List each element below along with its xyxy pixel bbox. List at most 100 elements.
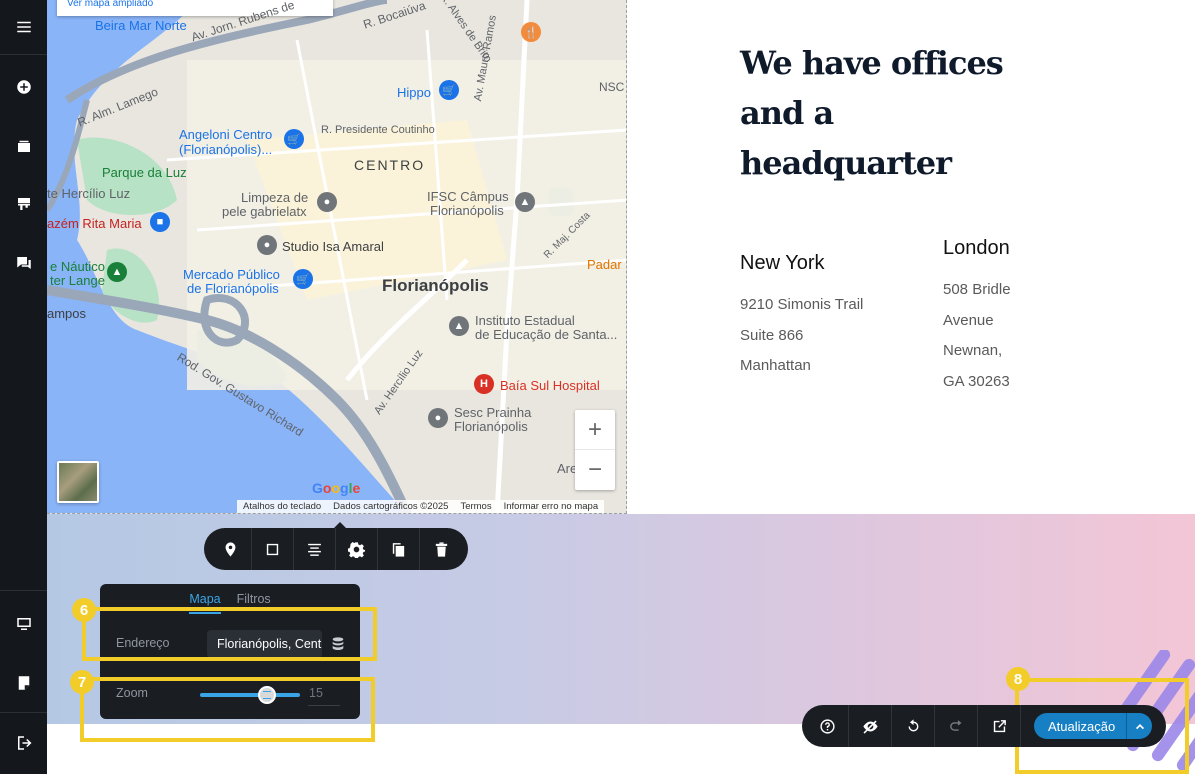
shopping-icon[interactable]: 🛒 bbox=[284, 129, 304, 149]
map-label: (Florianópolis)... bbox=[179, 142, 273, 157]
headline-line: We have offices bbox=[740, 44, 1004, 82]
left-toolbar bbox=[0, 0, 47, 774]
pin-icon[interactable] bbox=[210, 528, 252, 570]
highlight-box-7 bbox=[80, 677, 375, 742]
address-line: 9210 Simonis Trail bbox=[740, 296, 864, 313]
map-label: ter Lange bbox=[50, 273, 105, 288]
update-button-label: Atualização bbox=[1048, 718, 1116, 734]
help-icon[interactable] bbox=[806, 705, 849, 747]
school-icon[interactable]: ▲ bbox=[515, 192, 535, 212]
brush-icon[interactable] bbox=[0, 184, 47, 224]
zoom-out-button[interactable]: − bbox=[575, 450, 615, 490]
map-data-text: Dados cartográficos ©2025 bbox=[333, 501, 449, 512]
comments-icon[interactable] bbox=[0, 243, 47, 283]
add-icon[interactable] bbox=[0, 67, 47, 107]
map-label: Angeloni Centro bbox=[179, 127, 273, 142]
office-address-london: 508 Bridle Avenue Newnan, GA 30263 bbox=[943, 275, 1011, 397]
layers-icon[interactable] bbox=[0, 126, 47, 166]
editor-action-bar: Atualização bbox=[802, 705, 1166, 747]
address-line: Manhattan bbox=[740, 357, 811, 374]
square-icon[interactable] bbox=[252, 528, 294, 570]
restaurant-icon[interactable]: 🍴 bbox=[521, 22, 541, 42]
map-label: R. Presidente Coutinho bbox=[321, 124, 435, 136]
lock-icon[interactable]: ■ bbox=[150, 212, 170, 232]
element-toolbar bbox=[204, 522, 468, 570]
map-label: Instituto Estadual bbox=[475, 313, 575, 328]
place-pin-icon[interactable]: ● bbox=[257, 235, 277, 255]
external-link-icon[interactable] bbox=[978, 705, 1021, 747]
map-widget[interactable]: Ver mapa ampliado Beira Mar Norte Av. Jo… bbox=[47, 0, 627, 514]
map-label: Baía Sul Hospital bbox=[500, 378, 600, 393]
map-label: CENTRO bbox=[354, 157, 426, 173]
toolbar-caret bbox=[334, 522, 346, 528]
satellite-view-toggle[interactable] bbox=[57, 461, 99, 503]
map-label: Florianópolis bbox=[454, 419, 528, 434]
place-pin-icon[interactable]: ● bbox=[428, 408, 448, 428]
hide-icon[interactable] bbox=[849, 705, 892, 747]
map-label: Florianópolis bbox=[382, 276, 489, 295]
toolbar-divider bbox=[0, 590, 47, 591]
update-button[interactable]: Atualização bbox=[1034, 713, 1152, 739]
school-icon[interactable]: ▲ bbox=[449, 316, 469, 336]
map-label: ampos bbox=[47, 306, 87, 321]
map-label: de Florianópolis bbox=[187, 281, 279, 296]
keyboard-shortcuts-link[interactable]: Atalhos do teclado bbox=[243, 501, 321, 513]
page-headline: We have offices and a headquarter bbox=[740, 38, 1040, 188]
align-icon[interactable] bbox=[294, 528, 336, 570]
undo-icon[interactable] bbox=[892, 705, 935, 747]
trash-icon[interactable] bbox=[420, 528, 462, 570]
address-line: Newnan, bbox=[943, 342, 1003, 359]
map-label: Hippo bbox=[397, 85, 431, 100]
address-line: Suite 866 bbox=[740, 326, 804, 344]
toolbar-divider bbox=[0, 54, 47, 55]
map-label: Florianópolis bbox=[430, 203, 504, 218]
address-line: GA 30263 bbox=[943, 372, 1010, 390]
toolbar-divider bbox=[0, 712, 47, 713]
map-zoom-control: + − bbox=[575, 410, 615, 490]
map-attribution: Atalhos do teclado Dados cartográficos ©… bbox=[237, 500, 605, 513]
highlight-box-6 bbox=[82, 607, 377, 661]
annotation-badge-6: 6 bbox=[72, 598, 96, 622]
office-city-new-york: New York bbox=[740, 252, 825, 274]
map-label: te Hercílio Luz bbox=[47, 186, 131, 201]
desktop-icon[interactable] bbox=[0, 604, 47, 644]
map-label: IFSC Câmpus bbox=[427, 189, 509, 204]
office-city-london: London bbox=[943, 237, 1010, 259]
map-label: de Educação de Santa... bbox=[475, 327, 618, 342]
map-canvas bbox=[47, 0, 626, 513]
page-root: Ver mapa ampliado Beira Mar Norte Av. Jo… bbox=[0, 0, 1195, 774]
headline-line: and a bbox=[740, 94, 834, 132]
map-label: azém Rita Maria bbox=[47, 216, 142, 231]
map-label: NSC bbox=[599, 80, 625, 94]
shopping-icon[interactable]: 🛒 bbox=[439, 80, 459, 100]
map-label: Padar bbox=[587, 257, 622, 272]
terms-link[interactable]: Termos bbox=[460, 501, 491, 513]
map-label: e Náutico bbox=[50, 259, 105, 274]
report-error-link[interactable]: Informar erro no mapa bbox=[504, 501, 599, 513]
chevron-up-icon[interactable] bbox=[1126, 713, 1152, 739]
address-line: Avenue bbox=[943, 311, 994, 329]
headline-line: headquarter bbox=[740, 144, 952, 182]
place-pin-icon[interactable]: ● bbox=[317, 192, 337, 212]
google-logo: Google bbox=[312, 480, 361, 496]
map-label: Parque da Luz bbox=[102, 165, 187, 180]
map-label: Sesc Prainha bbox=[454, 405, 532, 420]
gear-icon[interactable] bbox=[336, 528, 378, 570]
zoom-in-button[interactable]: + bbox=[575, 410, 615, 450]
copy-icon[interactable] bbox=[378, 528, 420, 570]
annotation-badge-8: 8 bbox=[1006, 667, 1030, 691]
map-label: Limpeza de bbox=[241, 190, 309, 205]
map-label: pele gabrielatx bbox=[222, 204, 307, 219]
redo-icon[interactable] bbox=[935, 705, 978, 747]
office-address-new-york: 9210 Simonis Trail Suite 866 Manhattan bbox=[740, 290, 863, 382]
tree-icon[interactable]: ▲ bbox=[107, 262, 127, 282]
shopping-icon[interactable]: 🛒 bbox=[293, 269, 313, 289]
map-label: Mercado Público bbox=[183, 267, 280, 282]
exit-icon[interactable] bbox=[0, 723, 47, 763]
map-label: Beira Mar Norte bbox=[95, 18, 187, 33]
map-label: Studio Isa Amaral bbox=[282, 239, 384, 254]
notes-icon[interactable] bbox=[0, 663, 47, 703]
address-line: 508 Bridle bbox=[943, 281, 1011, 298]
hospital-icon[interactable]: H bbox=[474, 374, 494, 394]
menu-icon[interactable] bbox=[0, 7, 47, 47]
